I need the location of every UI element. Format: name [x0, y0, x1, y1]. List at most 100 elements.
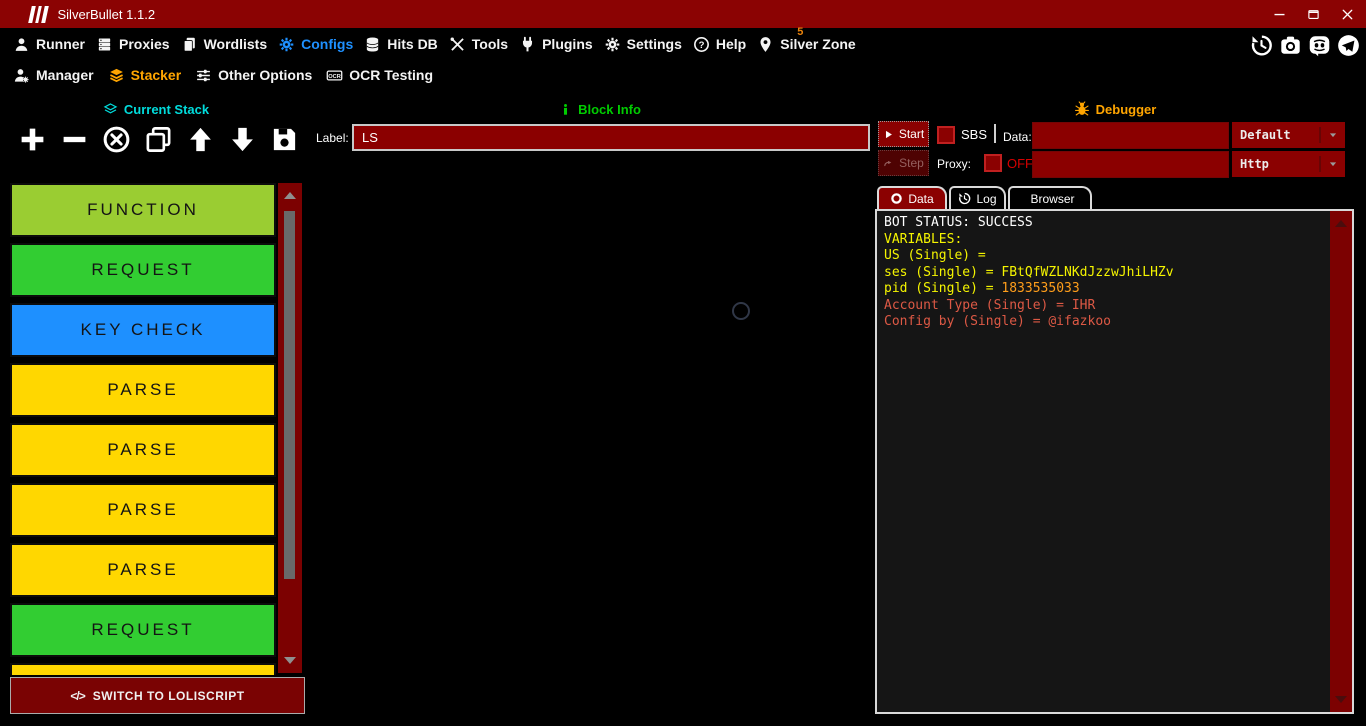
menu-item-configs[interactable]: Configs: [278, 28, 353, 60]
output-line: Account Type (Single) = IHR: [884, 298, 1322, 315]
submenu-item-manager[interactable]: Manager: [13, 60, 94, 90]
scroll-down-icon[interactable]: [1335, 696, 1347, 703]
close-button[interactable]: [1330, 0, 1364, 28]
step-button-label: Step: [899, 156, 924, 170]
stack-block-request[interactable]: REQUEST: [10, 603, 276, 657]
layers-icon: [103, 102, 118, 117]
move-block-down-button[interactable]: [228, 125, 257, 154]
tab-browser[interactable]: Browser: [1008, 186, 1092, 209]
data-caption: Data:: [1003, 130, 1032, 144]
clone-block-button[interactable]: [144, 125, 173, 154]
scroll-up-icon[interactable]: [284, 192, 296, 199]
minus-icon: [60, 125, 89, 154]
add-block-button[interactable]: [18, 125, 47, 154]
stack-block-parse[interactable]: PARSE: [10, 483, 276, 537]
runner-icon: [13, 36, 30, 53]
ocr-icon: OCR: [326, 67, 343, 84]
menu-item-label: Silver Zone: [780, 36, 855, 52]
stacker-icon: [108, 67, 125, 84]
stack-block-parse[interactable]: PARSE: [10, 363, 276, 417]
tab-log[interactable]: Log: [949, 186, 1006, 209]
debug-proxy-input[interactable]: [1032, 151, 1229, 178]
start-button[interactable]: Start: [878, 121, 929, 147]
stack-block-parse[interactable]: PARSE: [10, 663, 276, 675]
history-icon: [1250, 34, 1273, 57]
tab-data[interactable]: Data: [877, 186, 947, 209]
notification-badge: 5: [797, 27, 803, 37]
stack-block-parse[interactable]: PARSE: [10, 423, 276, 477]
maximize-button[interactable]: [1296, 0, 1330, 28]
proxy-checkbox[interactable]: [984, 154, 1002, 172]
submenu-item-label: Manager: [36, 67, 94, 83]
scroll-down-icon[interactable]: [284, 657, 296, 664]
disable-block-button[interactable]: [102, 125, 131, 154]
divider: [994, 124, 996, 143]
proxy-type-value: Http: [1232, 157, 1319, 171]
menu-item-help[interactable]: ?Help: [693, 28, 746, 60]
submenu-item-stacker[interactable]: Stacker: [108, 60, 182, 90]
screenshot-button[interactable]: [1278, 33, 1303, 58]
plus-icon: [18, 125, 47, 154]
menu-item-label: Hits DB: [387, 36, 438, 52]
menu-item-tools[interactable]: Tools: [449, 28, 508, 60]
scrollbar-thumb[interactable]: [284, 211, 295, 579]
submenu-item-label: Stacker: [131, 67, 182, 83]
switch-to-loliscript-button[interactable]: </> SWITCH TO LOLISCRIPT: [10, 677, 305, 714]
proxy-caption: Proxy:: [937, 157, 971, 171]
info-icon: [559, 103, 572, 116]
proxy-type-dropdown[interactable]: Http: [1232, 151, 1345, 177]
submenu-item-other-options[interactable]: Other Options: [195, 60, 312, 90]
menu-item-proxies[interactable]: Proxies: [96, 28, 170, 60]
win-max-icon: [1306, 7, 1321, 22]
menu-item-settings[interactable]: Settings: [604, 28, 682, 60]
stack-block-request[interactable]: REQUEST: [10, 243, 276, 297]
sbs-checkbox[interactable]: [937, 126, 955, 144]
social-icons: [1249, 33, 1361, 58]
history-button[interactable]: [1249, 33, 1274, 58]
start-button-label: Start: [899, 127, 924, 141]
switch-button-label: SWITCH TO LOLISCRIPT: [93, 689, 245, 703]
block-label: PARSE: [107, 380, 178, 400]
menu-item-hits-db[interactable]: Hits DB: [364, 28, 438, 60]
stack-block-function[interactable]: FUNCTION: [10, 183, 276, 237]
block-label: PARSE: [107, 560, 178, 580]
debug-scrollbar[interactable]: [1330, 211, 1352, 712]
tab-label: Browser: [1030, 192, 1074, 206]
scroll-up-icon[interactable]: [1335, 220, 1347, 227]
output-line: ses (Single) = FBtQfWZLNKdJzzwJhiLHZv: [884, 265, 1322, 282]
title-bar: SilverBullet 1.1.2: [0, 0, 1366, 28]
menu-item-silver-zone[interactable]: Silver Zone5: [757, 28, 855, 60]
wordlist-type-dropdown[interactable]: Default: [1232, 122, 1345, 148]
debug-data-input[interactable]: [1032, 122, 1229, 149]
output-line: VARIABLES:: [884, 232, 1322, 249]
menu-item-plugins[interactable]: Plugins: [519, 28, 593, 60]
output-line: BOT STATUS: SUCCESS: [884, 215, 1322, 232]
telegram-button[interactable]: [1336, 33, 1361, 58]
main-menu: Runner Proxies Wordlists Configs Hits DB Tool…: [0, 28, 1366, 60]
menu-item-runner[interactable]: Runner: [13, 28, 85, 60]
minimize-button[interactable]: [1262, 0, 1296, 28]
circle-x-icon: [102, 125, 131, 154]
stack-scrollbar[interactable]: [278, 183, 302, 673]
discord-button[interactable]: [1307, 33, 1332, 58]
discord-icon: [1308, 34, 1331, 57]
menu-item-wordlists[interactable]: Wordlists: [181, 28, 268, 60]
step-button[interactable]: Step: [878, 150, 929, 176]
menu-item-label: Runner: [36, 36, 85, 52]
window-controls: [1262, 0, 1364, 28]
drag-handle-circle: [732, 302, 750, 320]
block-label-input[interactable]: [352, 124, 870, 151]
submenu-item-ocr-testing[interactable]: OCROCR Testing: [326, 60, 433, 90]
window-title: SilverBullet 1.1.2: [58, 7, 156, 22]
wordlists-icon: [181, 36, 198, 53]
tab-label: Data: [908, 192, 933, 206]
screenshot-icon: [1279, 34, 1302, 57]
remove-block-button[interactable]: [60, 125, 89, 154]
stack-block-parse[interactable]: PARSE: [10, 543, 276, 597]
stack-block-key-check[interactable]: KEY CHECK: [10, 303, 276, 357]
menu-item-label: Wordlists: [204, 36, 268, 52]
svg-text:OCR: OCR: [329, 73, 342, 79]
win-close-icon: [1340, 7, 1355, 22]
move-block-up-button[interactable]: [186, 125, 215, 154]
save-stack-button[interactable]: [270, 125, 299, 154]
